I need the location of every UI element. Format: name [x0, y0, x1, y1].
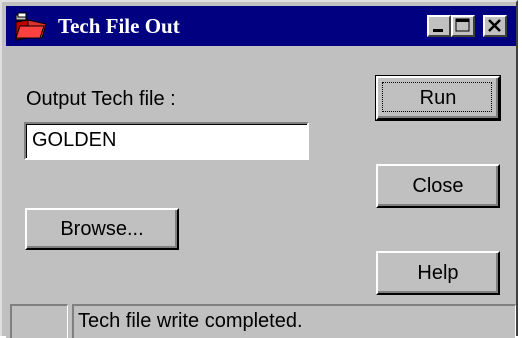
folder-app-icon [15, 12, 47, 41]
output-tech-file-input[interactable]: GOLDEN [24, 122, 309, 160]
tech-file-out-dialog: Tech File Out Output Tech file : GOLDEN … [0, 0, 518, 338]
status-message: Tech file write completed. [72, 304, 516, 338]
window-title: Tech File Out [58, 14, 180, 38]
output-tech-file-label: Output Tech file : [26, 88, 176, 110]
close-window-button[interactable] [483, 15, 507, 37]
maximize-button[interactable] [451, 15, 475, 37]
status-pane-left [10, 304, 68, 338]
focus-ring [382, 82, 492, 112]
run-button[interactable]: Run [375, 75, 501, 121]
title-bar[interactable]: Tech File Out [6, 6, 516, 46]
status-bar: Tech file write completed. [6, 302, 516, 338]
minimize-button[interactable] [427, 15, 451, 37]
close-icon [488, 19, 501, 32]
close-button-label: Close [412, 174, 464, 197]
browse-button[interactable]: Browse... [25, 208, 179, 250]
close-button[interactable]: Close [376, 164, 500, 208]
browse-button-label: Browse... [60, 217, 144, 240]
help-button-label: Help [417, 261, 459, 284]
minimize-icon [433, 29, 443, 32]
help-button[interactable]: Help [376, 251, 500, 295]
maximize-icon [455, 18, 470, 32]
